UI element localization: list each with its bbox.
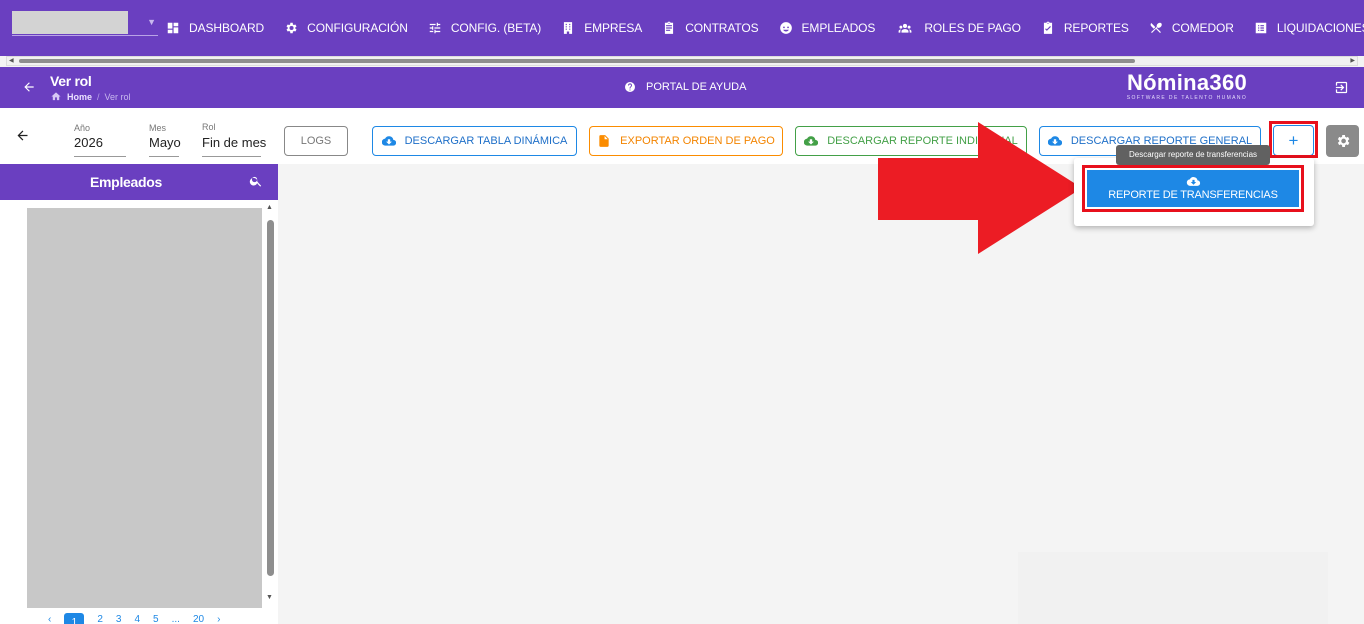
- month-value: Mayo: [149, 135, 181, 150]
- face-icon: [779, 22, 792, 34]
- chevron-down-icon: ▼: [147, 17, 156, 27]
- gear-icon: [286, 22, 297, 34]
- help-circle-icon: [625, 82, 635, 92]
- pagination-next-icon[interactable]: ›: [217, 614, 220, 624]
- people-icon: [898, 23, 912, 33]
- year-select[interactable]: Año 2026: [74, 123, 126, 157]
- page-button[interactable]: 2: [97, 614, 103, 624]
- pagination-prev-icon[interactable]: ‹: [48, 614, 51, 624]
- scroll-down-icon[interactable]: ▼: [266, 594, 273, 601]
- nav-item-reportes[interactable]: REPORTES: [1033, 21, 1141, 35]
- export-payment-order-button[interactable]: EXPORTAR ORDEN DE PAGO: [589, 126, 783, 156]
- building-icon: [564, 22, 573, 34]
- nav-item-dashboard[interactable]: DASHBOARD: [158, 21, 276, 35]
- scrollbar-thumb[interactable]: [19, 59, 1135, 63]
- clipboard-icon: [665, 21, 674, 34]
- redacted-company-name: [12, 11, 128, 34]
- nav-item-label: CONFIGURACIÓN: [307, 21, 408, 35]
- page-button[interactable]: 1: [64, 613, 85, 624]
- nav-item-label: DASHBOARD: [189, 21, 265, 35]
- nav-item-label: COMEDOR: [1171, 21, 1234, 35]
- list-icon: [1255, 22, 1267, 34]
- nav-item-comedor[interactable]: COMEDOR: [1141, 21, 1246, 35]
- nav-item-roles-de-pago[interactable]: ROLES DE PAGO: [887, 21, 1033, 35]
- export-payment-order-label: EXPORTAR ORDEN DE PAGO: [620, 135, 775, 147]
- breadcrumb-separator: /: [97, 91, 100, 102]
- page-button[interactable]: 3: [116, 614, 122, 624]
- nav-item-liquidaciones[interactable]: LIQUIDACIONES: [1246, 21, 1364, 35]
- help-portal-link[interactable]: PORTAL DE AYUDA: [624, 81, 746, 93]
- gear-icon: [1337, 135, 1349, 147]
- highlight-box-plus: [1269, 121, 1318, 158]
- download-pivot-table-button[interactable]: DESCARGAR TABLA DINÁMICA: [372, 126, 577, 156]
- utensils-icon: [1150, 22, 1162, 33]
- page-header: Ver rol Home / Ver rol PORTAL DE AYUDA N…: [0, 67, 1364, 108]
- report-icon: [1043, 21, 1052, 34]
- rol-label: Rol: [202, 122, 216, 132]
- file-icon: [599, 135, 609, 147]
- page-ellipsis: ...: [171, 613, 180, 624]
- logs-button[interactable]: LOGS: [284, 126, 348, 156]
- company-select[interactable]: ▼: [12, 11, 158, 36]
- nav-item-contratos[interactable]: CONTRATOS: [654, 21, 770, 35]
- home-icon: [51, 92, 61, 101]
- breadcrumb-home[interactable]: Home: [67, 92, 92, 102]
- nav-item-label: REPORTES: [1063, 21, 1129, 35]
- nav-item-config-beta[interactable]: CONFIG. (BETA): [420, 21, 553, 35]
- nav-item-empresa[interactable]: EMPRESA: [553, 21, 654, 35]
- arrow-left-icon[interactable]: [15, 128, 30, 143]
- settings-button[interactable]: [1326, 125, 1359, 157]
- tooltip: Descargar reporte de transferencias: [1116, 145, 1270, 165]
- brand-name: Nómina360: [1126, 70, 1248, 95]
- page-button[interactable]: 4: [134, 614, 140, 624]
- annotation-arrow: [878, 122, 1082, 254]
- nav-item-label: CONTRATOS: [685, 21, 759, 35]
- nav-item-label: LIQUIDACIONES: [1276, 21, 1364, 35]
- nav-item-configuracion[interactable]: CONFIGURACIÓN: [276, 21, 420, 35]
- help-portal-label: PORTAL DE AYUDA: [646, 81, 747, 93]
- page-button[interactable]: 20: [193, 614, 204, 624]
- nav-item-label: EMPLEADOS: [801, 21, 876, 35]
- logout-icon[interactable]: [1334, 80, 1349, 95]
- highlight-box-transfer: [1082, 165, 1304, 212]
- scrollbar-thumb[interactable]: [267, 220, 274, 576]
- pagination: ‹ 1 2 3 4 5 ... 20 ›: [48, 612, 233, 624]
- background-panel: [1018, 552, 1328, 624]
- redacted-employee-list[interactable]: [27, 208, 262, 608]
- month-label: Mes: [149, 123, 167, 133]
- cloud-download-icon: [381, 136, 396, 146]
- nav-item-label: EMPRESA: [584, 21, 643, 35]
- scroll-right-icon[interactable]: ▶: [1350, 57, 1355, 65]
- rol-select[interactable]: Rol Fin de mes: [202, 120, 266, 157]
- arrow-left-icon[interactable]: [22, 80, 36, 94]
- dashboard-icon: [167, 22, 179, 34]
- scroll-up-icon[interactable]: ▲: [266, 204, 273, 211]
- employees-panel: ▲ ▼: [0, 200, 278, 624]
- top-navigation-bar: ▼ DASHBOARD CONFIGURACIÓN CONFIG. (BETA)…: [0, 0, 1364, 56]
- nav-menu: DASHBOARD CONFIGURACIÓN CONFIG. (BETA) E…: [158, 0, 1364, 56]
- employees-header: Empleados: [0, 164, 278, 200]
- breadcrumb: Home / Ver rol: [50, 91, 131, 102]
- nav-item-label: CONFIG. (BETA): [450, 21, 542, 35]
- search-icon[interactable]: [249, 174, 263, 188]
- year-value: 2026: [74, 135, 103, 150]
- page-button[interactable]: 5: [153, 614, 159, 624]
- scroll-left-icon[interactable]: ◀: [9, 57, 14, 65]
- employees-title: Empleados: [90, 174, 162, 190]
- brand-logo: Nómina360 SOFTWARE DE TALENTO HUMANO: [1108, 70, 1266, 102]
- year-label: Año: [74, 123, 91, 133]
- nav-item-label: ROLES DE PAGO: [924, 21, 1021, 35]
- vertical-scrollbar[interactable]: ▲ ▼: [264, 204, 276, 608]
- download-pivot-table-label: DESCARGAR TABLA DINÁMICA: [404, 135, 568, 147]
- page-title: Ver rol: [50, 73, 92, 89]
- nav-item-empleados[interactable]: EMPLEADOS: [771, 21, 888, 35]
- rol-value: Fin de mes: [202, 135, 267, 150]
- sliders-icon: [429, 22, 441, 34]
- brand-tagline: SOFTWARE DE TALENTO HUMANO: [1126, 95, 1248, 101]
- month-select[interactable]: Mes Mayo: [149, 123, 181, 157]
- horizontal-scrollbar[interactable]: ◀ ▶: [6, 56, 1358, 66]
- cloud-download-icon: [804, 136, 819, 146]
- breadcrumb-current: Ver rol: [104, 91, 131, 102]
- logs-button-label: LOGS: [300, 135, 332, 147]
